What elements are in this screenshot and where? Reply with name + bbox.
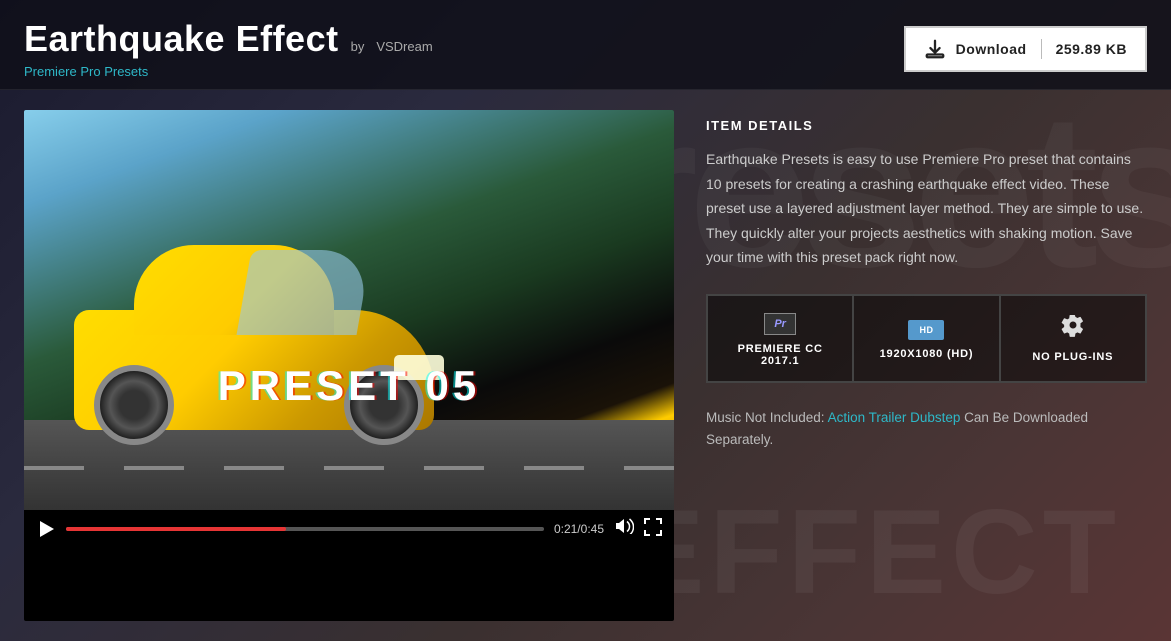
premiere-icon: Pr [764,310,796,335]
badge-resolution-label: 1920X1080 (HD) [880,348,974,360]
hd-badge: HD [908,320,944,340]
preset-overlay-text: PRESET 05 [218,362,480,410]
breadcrumb-link[interactable]: Premiere Pro Presets [24,64,433,79]
main-content: PRESET 05 0:21/0:45 [0,90,1171,641]
header-left: Earthquake Effect by VSDream Premiere Pr… [24,18,433,79]
video-preview: PRESET 05 [24,110,674,510]
description-text: Earthquake Presets is easy to use Premie… [706,147,1147,270]
car-windshield [237,250,372,335]
download-icon [924,38,946,60]
music-text: Music Not Included: Action Trailer Dubst… [706,407,1147,452]
badge-plugins-label: NO PLUG-INS [1032,351,1113,363]
video-controls: 0:21/0:45 [24,510,674,547]
badge-plugins: NO PLUG-INS [1000,295,1146,382]
time-current: 0:21 [554,522,577,536]
play-button[interactable] [36,519,56,539]
badge-premiere: Pr PREMIERE CC 2017.1 [707,295,853,382]
download-button[interactable]: Download 259.89 KB [904,26,1147,72]
author-name: VSDream [376,39,432,54]
gear-icon [1061,313,1085,343]
car-wheel-left [94,365,174,445]
item-details-label: ITEM DETAILS [706,118,1147,133]
page-header: Earthquake Effect by VSDream Premiere Pr… [0,0,1171,90]
by-label: by [351,39,365,54]
progress-fill [66,527,286,531]
download-label: Download [956,41,1027,57]
badge-resolution: HD 1920X1080 (HD) [853,295,999,382]
resolution-icon: HD [908,316,944,340]
title-row: Earthquake Effect by VSDream [24,18,433,60]
download-size: 259.89 KB [1056,41,1127,57]
road-line [24,466,674,470]
badges-row: Pr PREMIERE CC 2017.1 HD 1920X1080 (HD) … [706,294,1147,383]
time-total: 0:45 [581,522,604,536]
badge-premiere-label: PREMIERE CC 2017.1 [720,343,840,367]
right-panel: ITEM DETAILS Earthquake Presets is easy … [706,110,1147,621]
video-container: PRESET 05 0:21/0:45 [24,110,674,621]
pr-badge: Pr [764,313,796,335]
download-divider [1041,39,1042,59]
page-title: Earthquake Effect [24,18,339,60]
music-link[interactable]: Action Trailer Dubstep [828,410,961,425]
fullscreen-button[interactable] [644,518,662,539]
time-display: 0:21/0:45 [554,522,604,536]
progress-bar[interactable] [66,527,544,531]
music-prefix: Music Not Included: [706,410,828,425]
volume-button[interactable] [614,518,634,539]
